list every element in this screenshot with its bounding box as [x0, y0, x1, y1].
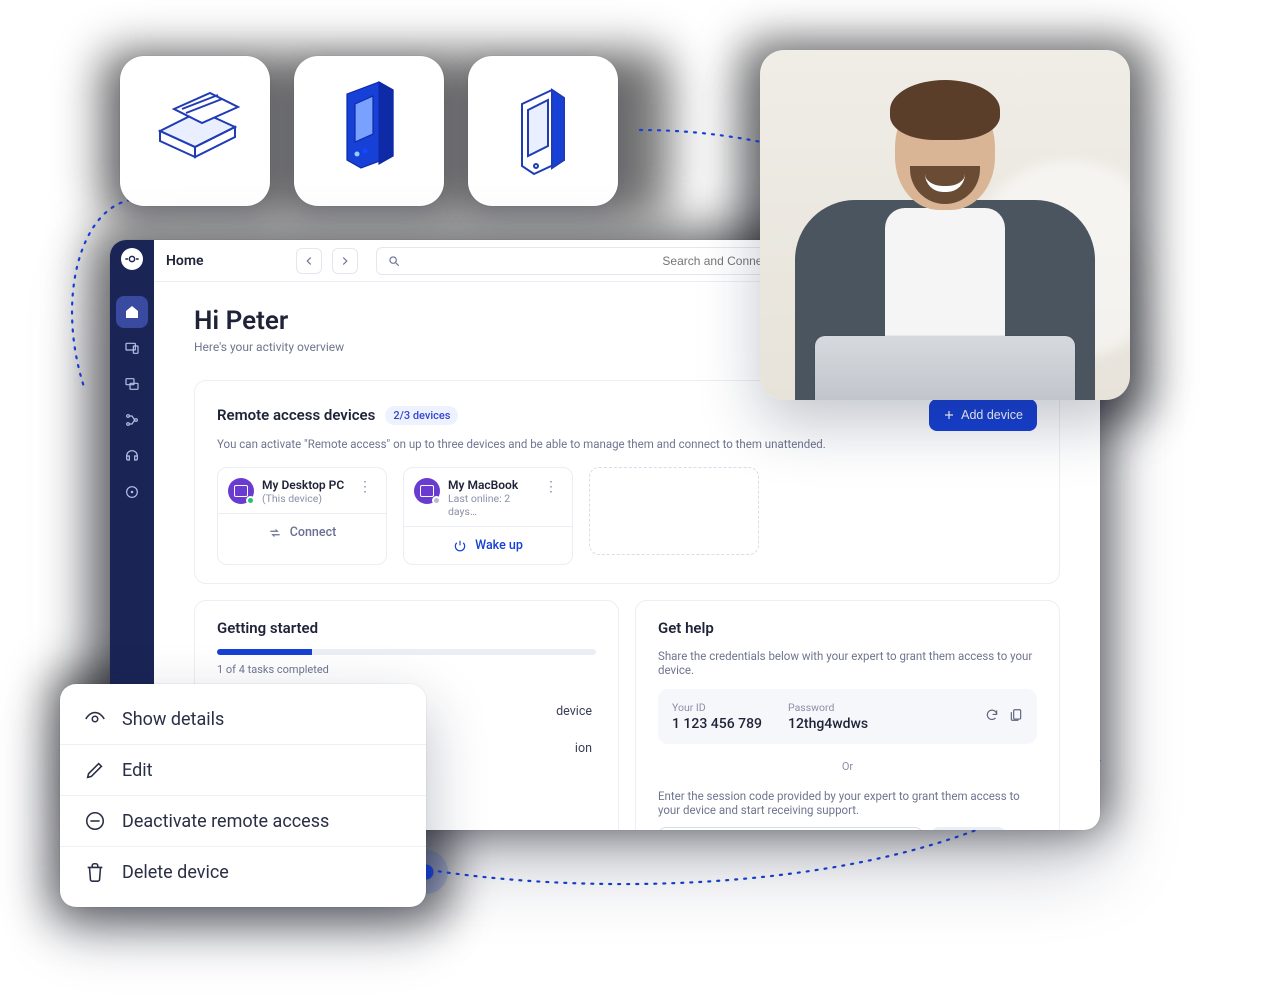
trash-icon: [84, 861, 106, 883]
sidebar-item-more[interactable]: [116, 476, 148, 508]
password-value: 12thg4wdws: [788, 716, 868, 732]
minus-circle-icon: [84, 810, 106, 832]
remote-access-sub: You can activate "Remote access" on up t…: [217, 437, 1037, 451]
device-name: My Desktop PC: [262, 478, 344, 492]
device-sub: Last online: 2 days…: [448, 492, 532, 518]
device-menu-button[interactable]: ⋮: [354, 478, 376, 496]
session-help-text: Enter the session code provided by your …: [658, 789, 1037, 817]
password-label: Password: [788, 701, 868, 714]
device-card: My MacBook Last online: 2 days… ⋮ Wake u…: [403, 467, 573, 565]
device-name: My MacBook: [448, 478, 532, 492]
device-illustration-server: [294, 56, 444, 206]
sidebar-item-devices[interactable]: [116, 332, 148, 364]
device-connect-button[interactable]: Connect: [218, 513, 386, 551]
pencil-icon: [84, 759, 106, 781]
swap-icon: [268, 526, 282, 540]
remote-access-panel: Remote access devices 2/3 devices Add de…: [194, 380, 1060, 584]
copy-icon[interactable]: [1009, 707, 1023, 726]
nav-back-button[interactable]: [296, 248, 322, 274]
sidebar-item-sessions[interactable]: [116, 368, 148, 400]
sidebar-item-home[interactable]: [116, 296, 148, 328]
power-icon: [453, 539, 467, 553]
device-wake-button[interactable]: Wake up: [404, 526, 572, 564]
get-help-title: Get help: [658, 619, 1037, 637]
search-icon: [387, 254, 401, 268]
eye-icon: [84, 708, 106, 730]
page-title: Home: [166, 253, 286, 269]
session-code-input[interactable]: [658, 827, 923, 830]
device-card: My Desktop PC (This device) ⋮ Connect: [217, 467, 387, 565]
remote-access-title: Remote access devices: [217, 406, 375, 424]
device-illustration-phone: [468, 56, 618, 206]
refresh-icon[interactable]: [985, 707, 999, 726]
your-id-value: 1 123 456 789: [672, 716, 762, 732]
app-logo-icon[interactable]: [121, 248, 143, 270]
get-help-lead: Share the credentials below with your ex…: [658, 649, 1037, 677]
device-context-menu: Show details Edit Deactivate remote acce…: [60, 684, 426, 907]
nav-forward-button[interactable]: [332, 248, 358, 274]
or-divider: Or: [658, 760, 1037, 773]
credentials-box: Your ID 1 123 456 789 Password 12thg4wdw…: [658, 689, 1037, 744]
ctx-delete[interactable]: Delete device: [60, 846, 426, 897]
connect-button[interactable]: Connect: [931, 827, 1006, 830]
device-placeholder[interactable]: [589, 467, 759, 555]
add-device-label: Add device: [961, 408, 1023, 422]
ctx-edit[interactable]: Edit: [60, 744, 426, 795]
get-help-panel: Get help Share the credentials below wit…: [635, 600, 1060, 830]
device-icon: [414, 478, 440, 504]
add-device-button[interactable]: Add device: [929, 399, 1037, 431]
device-menu-button[interactable]: ⋮: [540, 478, 562, 496]
sidebar-item-workflows[interactable]: [116, 404, 148, 436]
progress-label: 1 of 4 tasks completed: [217, 663, 596, 676]
device-icon: [228, 478, 254, 504]
progress-bar: [217, 649, 596, 655]
device-sub: (This device): [262, 492, 344, 505]
getting-started-title: Getting started: [217, 619, 596, 637]
ctx-show-details[interactable]: Show details: [60, 694, 426, 744]
sidebar-item-support[interactable]: [116, 440, 148, 472]
device-illustration-laptop: [120, 56, 270, 206]
your-id-label: Your ID: [672, 701, 762, 714]
device-count-chip: 2/3 devices: [385, 406, 458, 425]
ctx-deactivate[interactable]: Deactivate remote access: [60, 795, 426, 846]
hero-person-photo: [760, 50, 1130, 400]
